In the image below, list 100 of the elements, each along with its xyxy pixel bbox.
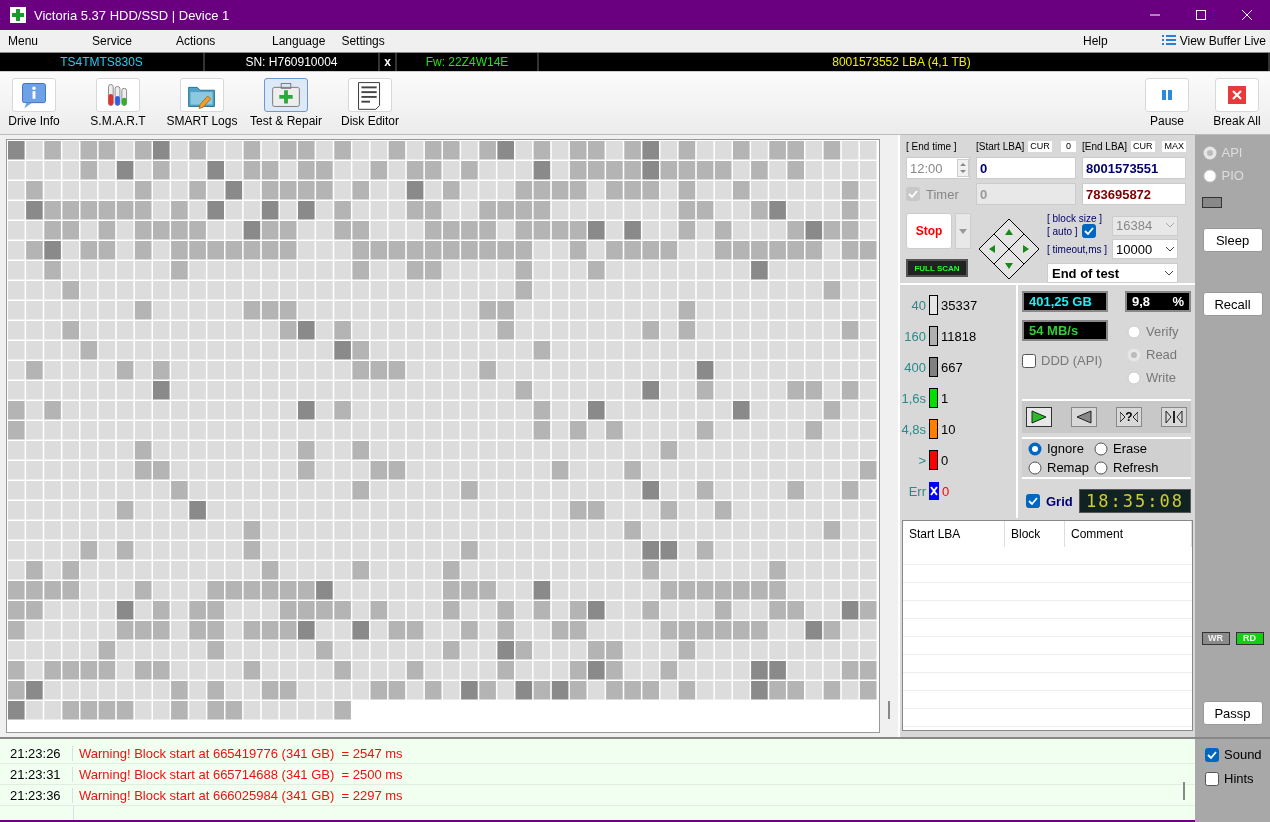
cur-button[interactable]: CUR [1028, 140, 1052, 152]
pause-icon [1159, 87, 1175, 103]
checkbox[interactable] [1022, 353, 1036, 368]
serial-number: SN: H760910004 [245, 55, 338, 69]
direction-pad[interactable] [977, 217, 1041, 281]
radio-button[interactable] [1028, 460, 1042, 475]
button-label[interactable]: Break All [1213, 114, 1261, 128]
field-label: [Start LBA] [976, 140, 1025, 152]
dropdown-value: 16384 [1116, 218, 1153, 233]
arrow-icon [1120, 411, 1126, 423]
start-lba-field[interactable]: 0 [976, 157, 1076, 179]
button-label[interactable]: Pause [1150, 114, 1184, 128]
close-button[interactable]: x [384, 55, 391, 69]
block-count: 0 [941, 452, 949, 468]
current-end-field: 783695872 [1082, 183, 1186, 205]
status-indicator: RD [1235, 632, 1264, 645]
checkbox[interactable] [1205, 771, 1219, 786]
status-indicator: WR [1201, 632, 1230, 645]
cur-button[interactable]: CUR [1131, 140, 1155, 152]
scan-direction-button[interactable]: ? [1116, 407, 1142, 427]
checkbox[interactable] [1205, 747, 1219, 762]
threshold-label: Err [907, 483, 926, 499]
percent-sign: % [1172, 294, 1184, 309]
block-count: 11818 [941, 328, 977, 344]
tool-label[interactable]: Drive Info [8, 114, 60, 128]
led-indicator [1201, 197, 1222, 208]
radio-button[interactable] [1094, 441, 1108, 456]
scan-direction-button[interactable] [1161, 407, 1187, 427]
menu-item[interactable]: Help [1075, 34, 1116, 48]
tool-label[interactable]: Test & Repair [250, 114, 322, 128]
log-time: 21:23:36 [0, 787, 73, 803]
field-label: [ timeout,ms ] [1047, 243, 1107, 255]
tool-label[interactable]: Disk Editor [341, 114, 399, 128]
speed-display: 54 MB/s [1022, 320, 1108, 341]
time-value: 12:00 [910, 160, 943, 176]
tool-label[interactable]: S.M.A.R.T [90, 114, 146, 128]
field-label: [End LBA] [1082, 140, 1128, 152]
chevron-icon [1166, 223, 1174, 228]
skip-icon [1164, 409, 1184, 425]
play-icon [1029, 409, 1049, 425]
pause-button[interactable] [1145, 78, 1189, 112]
threshold-label: 4,8s [900, 421, 926, 437]
checkbox-label: Timer [926, 186, 959, 202]
radio-label: Read [1146, 347, 1178, 362]
threshold-label: 400 [903, 359, 926, 375]
scrollbar-thumb[interactable] [1183, 782, 1185, 800]
block-count: 667 [941, 359, 963, 375]
max-button[interactable]: MAX [1162, 140, 1186, 152]
close-icon [1228, 86, 1246, 104]
threshold-label: > [917, 452, 926, 468]
time-spinner[interactable]: 12:00 [906, 157, 970, 179]
menu-item[interactable]: Menu [0, 34, 84, 48]
radio-button[interactable] [1094, 460, 1108, 475]
threshold-label: 40 [910, 297, 926, 313]
timeout-dropdown[interactable]: 10000 [1112, 239, 1178, 259]
menu-item[interactable]: Service [84, 34, 168, 48]
log-message: Warning! Block start at 666025984 (341 GB) = 2297 ms [78, 787, 403, 803]
tool-label[interactable]: SMART Logs [166, 114, 238, 128]
block-count: 10 [941, 421, 956, 437]
close-icon[interactable] [1239, 7, 1255, 23]
radio-button[interactable] [1202, 145, 1217, 160]
stop-button[interactable]: Stop [906, 213, 952, 249]
spin-arrows-icon[interactable] [957, 159, 969, 177]
percent-value: 9,8 [1132, 294, 1151, 309]
chevron-icon [1166, 246, 1174, 252]
field-label: [ block size ] [1047, 213, 1103, 224]
offset-value[interactable]: 0 [1061, 140, 1076, 152]
scan-direction-button[interactable] [1026, 407, 1052, 427]
radio-label: Write [1146, 370, 1177, 385]
firmware-version: Fw: 22Z4W14E [425, 55, 509, 69]
menu-item[interactable]: Settings [333, 34, 393, 48]
checkbox-label: Sound [1224, 747, 1262, 762]
current-lba-field: 0 [976, 183, 1076, 205]
field-label: [ End time ] [906, 139, 958, 153]
scan-direction-button[interactable] [1071, 407, 1097, 427]
break-all-button[interactable] [1215, 78, 1259, 112]
radio-button[interactable] [1028, 441, 1042, 456]
field-label: [ auto ] [1047, 225, 1078, 237]
reverse-icon [1074, 409, 1094, 425]
window-title: Victoria 5.37 HDD/SSD | Device 1 [34, 7, 231, 23]
checkbox[interactable] [1026, 494, 1040, 508]
maximize-icon[interactable] [1193, 7, 1209, 23]
radio-label: Verify [1146, 324, 1179, 339]
sleep-button[interactable]: Sleep [1202, 228, 1263, 252]
radio-button[interactable] [1127, 347, 1141, 362]
threshold-label: 160 [903, 328, 926, 344]
scrollbar-thumb[interactable] [888, 701, 890, 719]
app-icon [10, 7, 26, 23]
recall-button[interactable]: Recall [1202, 292, 1263, 316]
arrow-icon [1132, 411, 1138, 423]
menu-item[interactable]: Language [264, 34, 334, 48]
end-action-dropdown[interactable]: End of test [1047, 263, 1178, 283]
full-scan-indicator: FULL SCAN [906, 259, 968, 277]
view-buffer-link[interactable]: View Buffer Live [1179, 34, 1266, 48]
end-lba-field[interactable]: 8001573551 [1082, 157, 1186, 179]
checkbox[interactable] [1081, 224, 1096, 238]
menu-item[interactable]: Actions [168, 34, 264, 48]
passp-button[interactable]: Passp [1202, 701, 1263, 725]
clock-display: 18:35:08 [1079, 489, 1191, 513]
radio-label: Remap [1047, 460, 1089, 475]
